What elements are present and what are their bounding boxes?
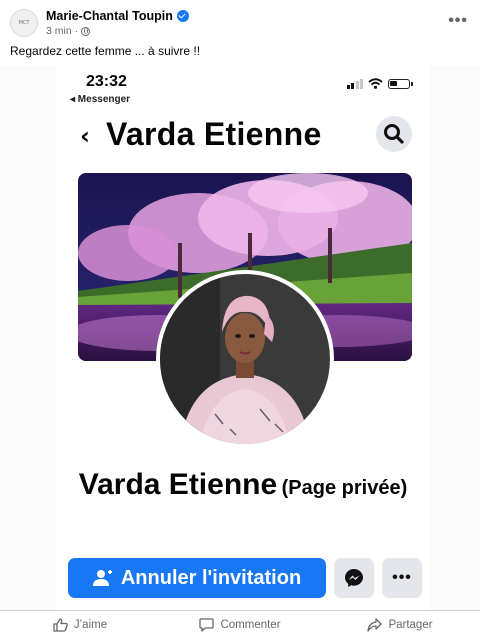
status-icons [346,78,413,89]
profile-name: Varda Etienne (Page privée) [56,466,430,509]
share-label: Partager [388,619,433,631]
nav-title: Varda Etienne [106,116,322,152]
more-options-button: ••• [382,558,422,598]
author-avatar[interactable]: MCT [10,9,38,37]
like-label: J’aime [73,619,108,631]
post-time[interactable]: 3 min [46,25,72,37]
signal-icon [346,79,363,89]
messenger-icon [345,569,363,587]
status-time: 23:32 [86,73,127,90]
back-to-app-label: ◂ Messenger [70,94,131,105]
search-icon [376,116,412,152]
person-add-icon [92,570,112,586]
messenger-button [334,558,374,598]
comment-button[interactable]: Commenter [160,611,320,639]
profile-name-text: Varda Etienne [78,468,278,501]
comment-icon [199,618,215,632]
post-caption: Regardez cette femme ... à suivre !! [10,44,201,58]
author-name[interactable]: Marie-Chantal Toupin [46,9,189,23]
post-image[interactable]: 23:32 ◂ Messenger ‹ Varda Etienne Varda … [0,66,480,610]
profile-nav-bar: ‹ Varda Etienne [56,112,430,156]
like-button[interactable]: J’aime [0,611,160,639]
back-chevron-icon: ‹ [80,122,90,150]
profile-photo [156,270,334,448]
post-actions-bar: J’aime Commenter Partager [0,610,480,639]
post-options-button[interactable]: ••• [448,12,468,30]
globe-icon [81,26,91,36]
share-button[interactable]: Partager [320,611,480,639]
author-name-text[interactable]: Marie-Chantal Toupin [46,9,173,23]
phone-screenshot: 23:32 ◂ Messenger ‹ Varda Etienne Varda … [56,66,430,610]
cancel-invitation-button: Annuler l'invitation [68,558,326,598]
battery-icon [388,79,413,89]
comment-label: Commenter [220,619,281,631]
post-meta: 3 min · [46,25,91,37]
share-icon [367,618,383,632]
more-options-label: ••• [392,569,412,586]
thumbs-up-icon [53,618,68,632]
avatar-text: MCT [18,20,30,26]
post-header: MCT Marie-Chantal Toupin 3 min · ••• [0,0,480,40]
cancel-invitation-label: Annuler l'invitation [120,566,302,589]
profile-name-suffix: (Page privée) [281,477,408,499]
verified-badge-icon [176,10,189,22]
wifi-icon [368,78,383,89]
